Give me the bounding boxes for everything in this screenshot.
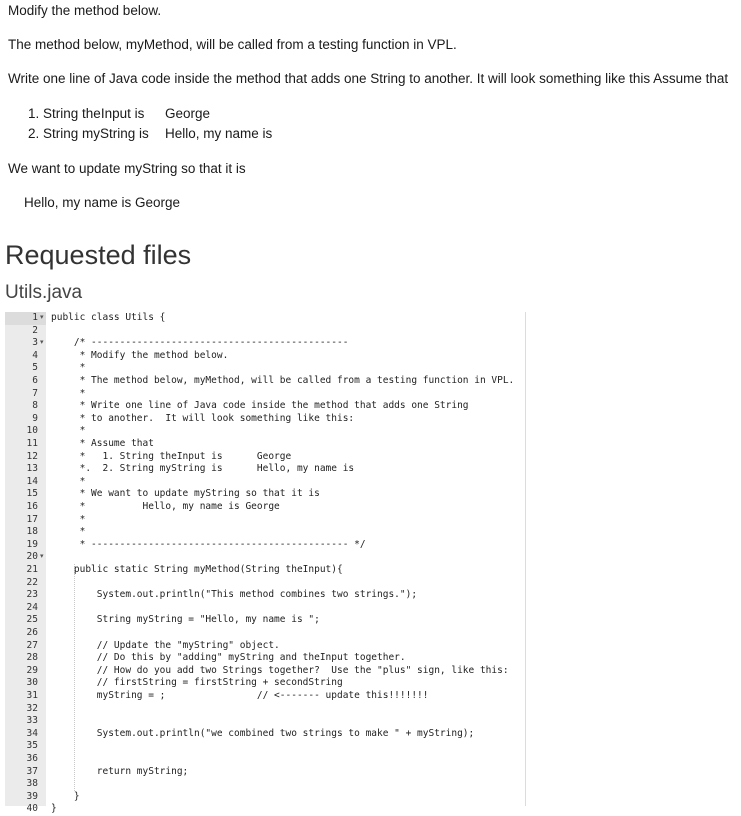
line-number[interactable]: 14 xyxy=(5,476,38,489)
code-line[interactable]: * xyxy=(51,425,86,438)
list-item-number: 2. xyxy=(28,126,40,141)
requested-files-heading: Requested files xyxy=(5,240,192,270)
line-number[interactable]: 38 xyxy=(5,778,38,791)
line-number[interactable]: 11 xyxy=(5,438,38,451)
code-line[interactable]: * --------------------------------------… xyxy=(51,539,366,552)
line-number[interactable]: 17 xyxy=(5,514,38,527)
code-line[interactable]: myString = ; // <------- update this!!!!… xyxy=(51,690,429,703)
code-line[interactable]: * We want to update myString so that it … xyxy=(51,488,320,501)
code-line[interactable]: * Modify the method below. xyxy=(51,350,229,363)
code-line[interactable]: * xyxy=(51,514,86,527)
line-number[interactable]: 3 xyxy=(5,337,38,350)
code-line[interactable]: // firstString = firstString + secondStr… xyxy=(51,677,343,690)
line-number[interactable]: 32 xyxy=(5,703,38,716)
print-margin xyxy=(525,312,526,806)
list-item: 1. String theInput is George xyxy=(28,106,210,121)
fold-toggle-icon[interactable]: ▾ xyxy=(40,337,44,350)
code-line[interactable]: * Assume that xyxy=(51,438,154,451)
description-paragraph-4: We want to update myString so that it is xyxy=(8,161,246,176)
line-number[interactable]: 33 xyxy=(5,715,38,728)
list-item: 2. String myString is Hello, my name is xyxy=(28,126,272,141)
description-paragraph-1: Modify the method below. xyxy=(8,3,162,18)
fold-toggle-icon[interactable]: ▾ xyxy=(40,312,44,325)
line-number[interactable]: 28 xyxy=(5,652,38,665)
line-number[interactable]: 25 xyxy=(5,614,38,627)
line-number[interactable]: 10 xyxy=(5,425,38,438)
list-item-label: String myString is xyxy=(43,126,149,141)
line-number[interactable]: 5 xyxy=(5,362,38,375)
code-line[interactable]: * to another. It will look something lik… xyxy=(51,413,355,426)
code-line[interactable]: * xyxy=(51,362,86,375)
line-number[interactable]: 24 xyxy=(5,602,38,615)
list-item-value: Hello, my name is xyxy=(165,126,273,141)
code-line[interactable]: * Hello, my name is George xyxy=(51,501,280,514)
code-line[interactable]: * xyxy=(51,526,86,539)
line-number[interactable]: 30 xyxy=(5,677,38,690)
list-item-value: George xyxy=(165,106,211,121)
line-number[interactable]: 39 xyxy=(5,791,38,804)
code-line[interactable]: System.out.println("This method combines… xyxy=(51,589,417,602)
code-line[interactable]: public class Utils { xyxy=(51,312,165,325)
code-line[interactable]: *. 2. String myString is Hello, my name … xyxy=(51,463,355,476)
list-item-label: String theInput is xyxy=(43,106,145,121)
line-number[interactable]: 4 xyxy=(5,350,38,363)
line-number[interactable]: 29 xyxy=(5,665,38,678)
code-line[interactable]: * xyxy=(51,388,86,401)
line-number[interactable]: 15 xyxy=(5,488,38,501)
line-number[interactable]: 2 xyxy=(5,325,38,338)
line-number[interactable]: 6 xyxy=(5,375,38,388)
line-number[interactable]: 35 xyxy=(5,740,38,753)
code-line[interactable]: * 1. String theInput is George xyxy=(51,451,292,464)
line-number[interactable]: 13 xyxy=(5,463,38,476)
line-number[interactable]: 27 xyxy=(5,640,38,653)
code-line[interactable]: /* -------------------------------------… xyxy=(51,337,349,350)
line-number[interactable]: 31 xyxy=(5,690,38,703)
line-number[interactable]: 23 xyxy=(5,589,38,602)
line-number[interactable]: 12 xyxy=(5,451,38,464)
code-line[interactable]: // Update the "myString" object. xyxy=(51,640,280,653)
line-number[interactable]: 16 xyxy=(5,501,38,514)
line-number[interactable]: 18 xyxy=(5,526,38,539)
description-paragraph-3: Write one line of Java code inside the m… xyxy=(8,71,729,86)
code-line[interactable]: String myString = "Hello, my name is "; xyxy=(51,614,320,627)
line-number[interactable]: 1 xyxy=(5,312,38,325)
code-line[interactable]: } xyxy=(51,791,80,804)
code-editor[interactable]: 1 ▾ public class Utils {2 3 ▾ /* -----------… xyxy=(5,312,526,814)
code-line[interactable]: * Write one line of Java code inside the… xyxy=(51,400,469,413)
description-paragraph-2: The method below, myMethod, will be call… xyxy=(8,37,457,52)
code-line[interactable]: } xyxy=(51,803,57,816)
code-line[interactable]: * xyxy=(51,476,86,489)
line-number[interactable]: 26 xyxy=(5,627,38,640)
code-line[interactable]: return myString; xyxy=(51,766,189,779)
line-number[interactable]: 37 xyxy=(5,766,38,779)
description-paragraph-5: Hello, my name is George xyxy=(24,195,181,210)
file-name-heading: Utils.java xyxy=(5,282,83,303)
line-number[interactable]: 40 xyxy=(5,803,38,816)
list-item-number: 1. xyxy=(28,106,40,121)
code-line[interactable]: * The method below, myMethod, will be ca… xyxy=(51,375,515,388)
line-number[interactable]: 34 xyxy=(5,728,38,741)
line-number[interactable]: 22 xyxy=(5,577,38,590)
code-line[interactable]: // How do you add two Strings together? … xyxy=(51,665,509,678)
line-number[interactable]: 36 xyxy=(5,753,38,766)
code-line[interactable]: System.out.println("we combined two stri… xyxy=(51,728,475,741)
line-number[interactable]: 9 xyxy=(5,413,38,426)
line-number[interactable]: 7 xyxy=(5,388,38,401)
code-line[interactable]: public static String myMethod(String the… xyxy=(51,564,343,577)
line-number[interactable]: 8 xyxy=(5,400,38,413)
code-line[interactable]: // Do this by "adding" myString and theI… xyxy=(51,652,406,665)
line-number[interactable]: 19 xyxy=(5,539,38,552)
line-number[interactable]: 20 xyxy=(5,551,38,564)
fold-toggle-icon[interactable]: ▾ xyxy=(40,551,44,564)
line-number[interactable]: 21 xyxy=(5,564,38,577)
